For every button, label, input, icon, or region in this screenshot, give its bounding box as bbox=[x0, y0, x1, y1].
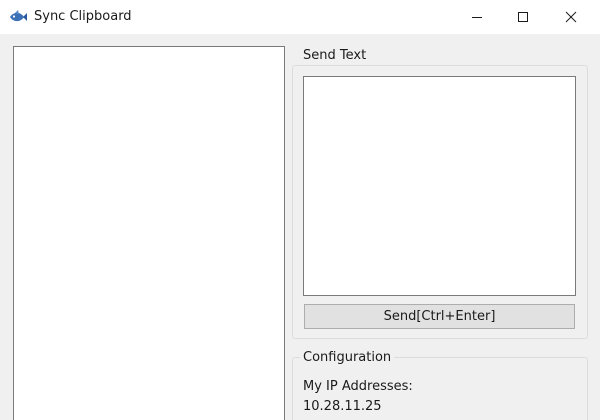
configuration-group-label: Configuration bbox=[300, 350, 395, 366]
ip-addresses-label: My IP Addresses: bbox=[303, 379, 413, 394]
ip-address-value: 10.28.11.25 bbox=[303, 399, 382, 414]
app-window: Sync Clipboard Send Text Send[Ctrl+Enter… bbox=[0, 0, 600, 420]
close-icon bbox=[565, 11, 577, 23]
close-button[interactable] bbox=[548, 0, 594, 34]
minimize-icon bbox=[472, 17, 482, 18]
minimize-button[interactable] bbox=[454, 0, 500, 34]
fish-icon bbox=[9, 9, 27, 25]
send-button[interactable]: Send[Ctrl+Enter] bbox=[304, 304, 575, 329]
send-text-input[interactable] bbox=[303, 76, 576, 296]
window-title: Sync Clipboard bbox=[34, 9, 132, 24]
maximize-icon bbox=[518, 12, 528, 22]
send-text-group-label: Send Text bbox=[300, 48, 370, 64]
title-bar[interactable]: Sync Clipboard bbox=[0, 0, 600, 34]
maximize-button[interactable] bbox=[500, 0, 546, 34]
clipboard-history-list[interactable] bbox=[13, 46, 285, 420]
